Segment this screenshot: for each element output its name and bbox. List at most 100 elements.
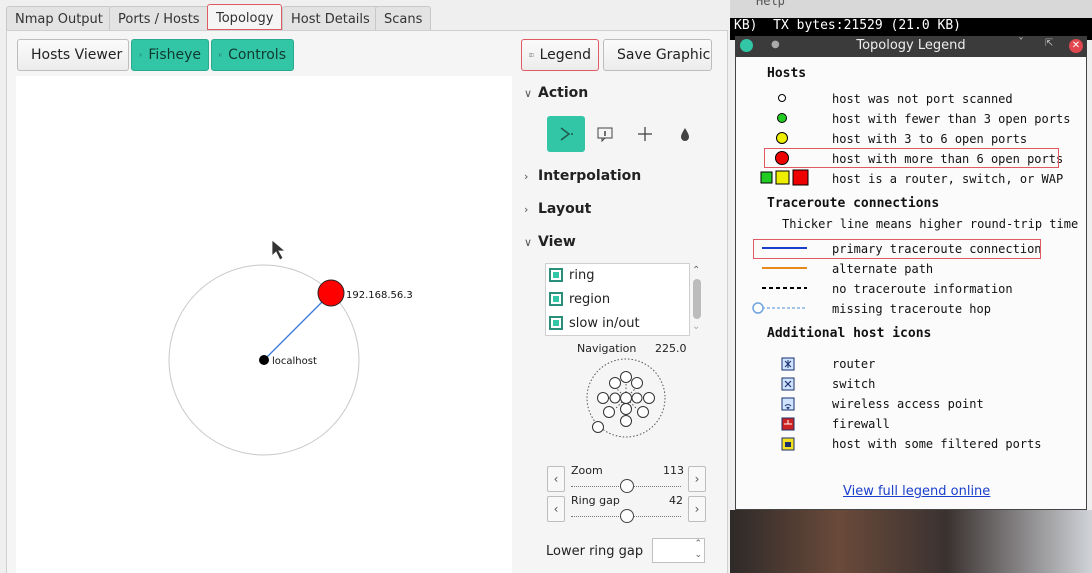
navigation-value: 225.0: [655, 342, 687, 355]
router-yellow-symbol: [775, 170, 790, 185]
lower-ring-gap-spinbox[interactable]: ⌃ ⌄: [652, 538, 705, 563]
hosts-viewer-label: Hosts Viewer: [31, 47, 123, 63]
router-icon: [781, 357, 795, 371]
topology-canvas[interactable]: 192.168.56.3 localhost: [16, 76, 512, 573]
controls-button[interactable]: Controls: [211, 39, 294, 71]
view-option-slow-in-out[interactable]: slow in/out: [549, 312, 640, 334]
node-remote-host: [317, 279, 345, 307]
close-icon[interactable]: ✕: [1069, 39, 1083, 53]
action-select-button[interactable]: [547, 116, 585, 152]
legend-host-not-scanned: host was not port scanned: [832, 92, 1013, 106]
legend-host-few-ports: host with fewer than 3 open ports: [832, 112, 1071, 126]
region-checkbox[interactable]: [549, 292, 563, 306]
some-ports-symbol: [776, 132, 788, 144]
view-option-ring[interactable]: ring: [549, 264, 594, 286]
legend-missing-hop: missing traceroute hop: [832, 302, 991, 316]
save-graphic-label: Save Graphic: [617, 47, 711, 63]
scroll-thumb[interactable]: [693, 279, 701, 319]
terminal-window: Help KB) TX bytes:21529 (21.0 KB): [730, 0, 1092, 40]
tab-scans[interactable]: Scans: [375, 6, 432, 30]
firewall-icon: [781, 417, 795, 431]
ring-gap-slider-handle[interactable]: [620, 509, 634, 523]
ring-checkbox[interactable]: [549, 268, 563, 282]
legend-router: router: [832, 357, 876, 371]
scroll-up-icon[interactable]: ⌃: [692, 265, 700, 276]
terminal-output: KB) TX bytes:21529 (21.0 KB): [734, 18, 961, 33]
switch-icon: [781, 377, 795, 391]
layout-label: Layout: [538, 201, 592, 217]
navigation-label: Navigation: [577, 342, 637, 355]
traceroute-link: [263, 292, 332, 361]
traceroute-note: Thicker line means higher round-trip tim…: [782, 217, 1079, 231]
filtered-ports-icon: [781, 437, 795, 451]
hosts-viewer-button[interactable]: Hosts Viewer: [17, 39, 129, 71]
topology-graph: 192.168.56.3 localhost: [168, 239, 413, 456]
legend-window-title: Topology Legend: [856, 38, 966, 53]
hosts-heading: Hosts: [767, 66, 807, 81]
action-info-button[interactable]: [586, 116, 624, 152]
view-label: View: [538, 234, 576, 250]
tab-ports-hosts[interactable]: Ports / Hosts: [109, 6, 209, 30]
spin-up-icon[interactable]: ⌃: [694, 539, 702, 549]
action-fill-button[interactable]: [666, 116, 704, 152]
host-icon-symbols: [781, 357, 795, 451]
legend-wireless: wireless access point: [832, 397, 984, 411]
scroll-down-icon[interactable]: ⌄: [692, 321, 700, 332]
terminal-menubar: Help: [730, 0, 1092, 18]
zoom-slider-handle[interactable]: [620, 479, 634, 493]
zoom-label: Zoom: [571, 464, 603, 477]
traceroute-heading: Traceroute connections: [767, 196, 940, 211]
tab-topology[interactable]: Topology: [207, 4, 283, 30]
action-add-button[interactable]: [626, 116, 664, 152]
legend-no-traceroute: no traceroute information: [832, 282, 1013, 296]
zoom-decrease-button[interactable]: ‹: [547, 466, 565, 492]
icons-heading: Additional host icons: [767, 326, 932, 341]
wireless-icon: [781, 397, 795, 411]
pointer-icon: [560, 127, 573, 141]
chevron-down-icon: ∨: [524, 86, 533, 100]
slow-in-out-checkbox[interactable]: [549, 316, 563, 330]
legend-switch: switch: [832, 377, 876, 391]
tab-nmap-output[interactable]: Nmap Output: [6, 6, 112, 30]
info-icon: [597, 127, 613, 143]
lower-ring-gap-label: Lower ring gap: [546, 544, 644, 559]
maximize-icon[interactable]: ⇱: [1045, 38, 1053, 49]
ring-gap-decrease-button[interactable]: ‹: [547, 496, 565, 522]
legend-button[interactable]: Legend: [521, 39, 599, 71]
interpolation-section[interactable]: › Interpolation: [524, 168, 641, 184]
action-label: Action: [538, 85, 589, 101]
legend-alternate-path: alternate path: [832, 262, 934, 276]
interpolation-label: Interpolation: [538, 168, 642, 184]
full-legend-link[interactable]: View full legend online: [843, 484, 990, 499]
zoom-value: 113: [663, 464, 684, 477]
legend-filtered-ports: host with some filtered ports: [832, 437, 1042, 451]
legend-host-some-ports: host with 3 to 6 open ports: [832, 132, 1028, 146]
ring-gap-increase-button[interactable]: ›: [688, 496, 706, 522]
not-scanned-symbol: [778, 94, 786, 102]
ring-gap-value: 42: [669, 494, 683, 507]
legend-label: Legend: [539, 47, 591, 63]
action-section[interactable]: ∨ Action: [524, 85, 588, 101]
view-option-label: ring: [569, 267, 595, 283]
navigation-control[interactable]: [585, 357, 667, 439]
legend-host-router: host is a router, switch, or WAP: [832, 172, 1064, 186]
view-list-scrollbar[interactable]: ⌃ ⌄: [690, 263, 704, 334]
layout-section[interactable]: › Layout: [524, 201, 591, 217]
drop-icon: [681, 128, 689, 141]
view-option-label: slow in/out: [569, 315, 640, 331]
node-localhost: [259, 355, 269, 365]
tab-host-details[interactable]: Host Details: [282, 6, 379, 30]
spin-down-icon[interactable]: ⌄: [694, 550, 702, 560]
highlight-many-ports: [764, 148, 1059, 168]
save-graphic-button[interactable]: Save Graphic: [603, 39, 712, 71]
fisheye-button[interactable]: Fisheye: [131, 39, 209, 71]
view-option-region[interactable]: region: [549, 288, 610, 310]
router-green-symbol: [760, 171, 773, 184]
minimize-icon[interactable]: ˇ: [1018, 36, 1024, 50]
view-section[interactable]: ∨ View: [524, 234, 576, 250]
chevron-down-icon: ∨: [524, 235, 533, 249]
terminal-help-menu[interactable]: Help: [756, 0, 785, 8]
tab-bar: Nmap Output Ports / Hosts Topology Host …: [0, 0, 730, 32]
legend-icon: [529, 53, 534, 57]
zoom-increase-button[interactable]: ›: [688, 466, 706, 492]
